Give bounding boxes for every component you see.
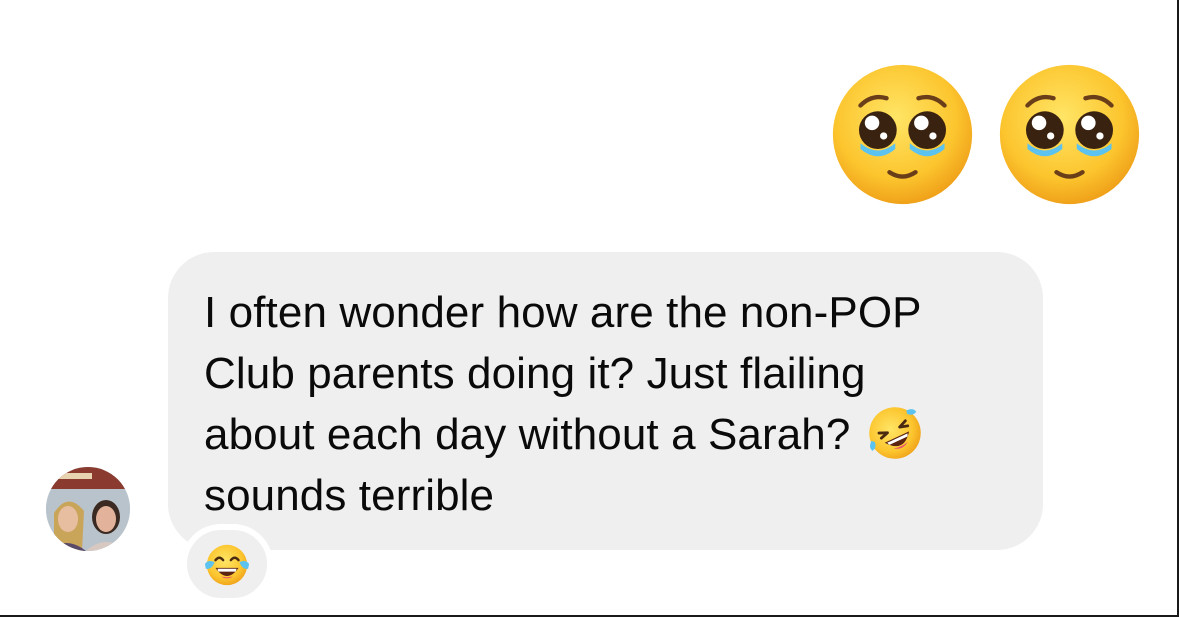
message-text: I often wonder how are the non-POP Club … xyxy=(204,282,1007,526)
message-line: about each day without a Sarah? xyxy=(204,410,851,459)
rolling-on-floor-laughing-icon xyxy=(869,407,921,459)
incoming-message-bubble[interactable]: I often wonder how are the non-POP Club … xyxy=(168,252,1043,550)
pleading-face-icon xyxy=(999,64,1140,205)
message-reaction-badge[interactable] xyxy=(181,524,273,604)
chat-frame: I often wonder how are the non-POP Club … xyxy=(0,0,1179,617)
message-line-with-emoji: about each day without a Sarah? xyxy=(204,404,1007,465)
sender-avatar[interactable] xyxy=(46,467,130,551)
avatar-photo xyxy=(46,467,130,551)
outgoing-emoji-message[interactable] xyxy=(830,62,1142,207)
message-line: sounds terrible xyxy=(204,471,495,520)
face-with-tears-of-joy-icon xyxy=(204,544,250,586)
message-line: Club parents doing it? Just flailing xyxy=(204,349,866,398)
message-line: I often wonder how are the non-POP xyxy=(204,288,922,337)
pleading-face-icon xyxy=(832,64,973,205)
